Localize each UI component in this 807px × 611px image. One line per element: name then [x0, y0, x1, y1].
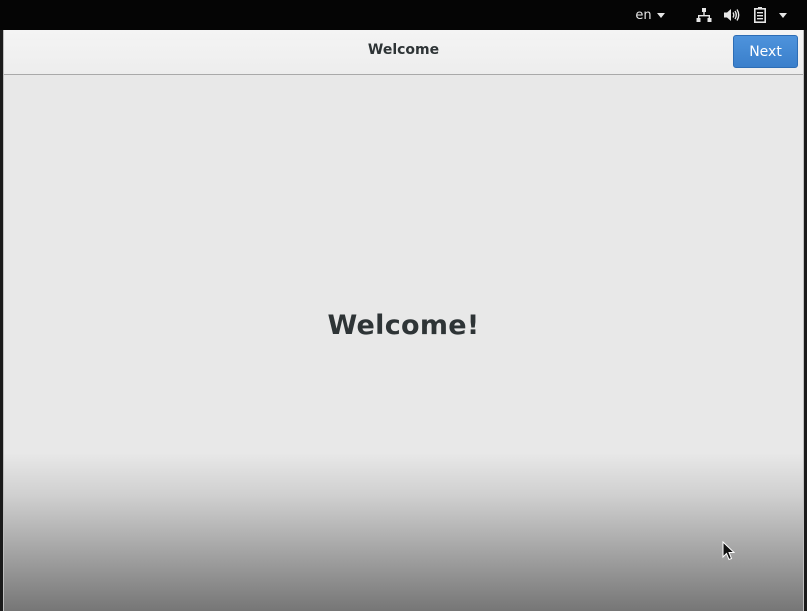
language-caret-icon: [656, 12, 665, 18]
welcome-content: Welcome!: [4, 75, 803, 611]
system-menu-button[interactable]: [776, 0, 790, 30]
network-icon[interactable]: [694, 0, 714, 30]
welcome-window: Welcome Next Welcome!: [3, 30, 804, 611]
header-bar: Welcome Next: [4, 30, 803, 75]
battery-icon[interactable]: [751, 0, 769, 30]
page-title: Welcome: [367, 42, 440, 58]
screen: en Welcome Next Welcome!: [0, 0, 807, 611]
welcome-heading: Welcome!: [327, 310, 480, 341]
caret-down-icon: [779, 12, 787, 18]
volume-icon[interactable]: [721, 0, 743, 30]
audio-volume-icon: [724, 9, 740, 21]
mouse-pointer-icon: [722, 541, 736, 561]
language-indicator[interactable]: en: [630, 0, 670, 30]
top-bar: en: [0, 0, 807, 30]
battery-icon: [754, 7, 766, 23]
language-label: en: [635, 7, 652, 23]
network-wired-icon: [696, 8, 712, 22]
next-button[interactable]: Next: [733, 35, 798, 68]
